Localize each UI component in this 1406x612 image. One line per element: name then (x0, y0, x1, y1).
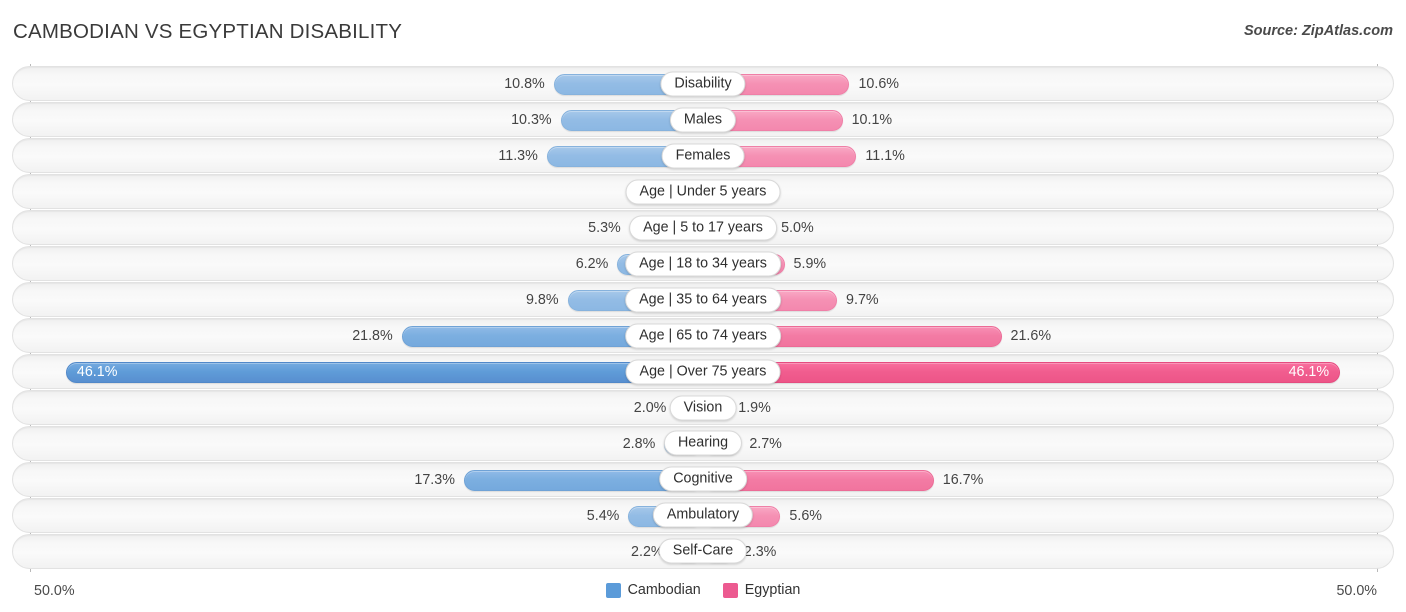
chart-row: 5.3% 5.0% Age | 5 to 17 years (12, 209, 1394, 246)
diverging-bar-chart: 10.8% 10.6% Disability 10.3% 10.1% Males 11.3%… (0, 62, 1406, 574)
row-category-label: Age | 65 to 74 years (625, 323, 781, 349)
chart-row: 6.2% 5.9% Age | 18 to 34 years (12, 245, 1394, 282)
chart-rows: 10.8% 10.6% Disability 10.3% 10.1% Males 11.3%… (12, 66, 1394, 570)
chart-row: 9.8% 9.7% Age | 35 to 64 years (12, 281, 1394, 318)
value-label-cambodian: 10.3% (511, 111, 552, 128)
row-category-label: Males (669, 107, 737, 133)
value-label-egyptian: 5.9% (793, 255, 827, 272)
legend-item[interactable]: Cambodian (605, 582, 701, 598)
value-label-egyptian: 46.1% (1288, 363, 1330, 380)
row-category-label: Age | Under 5 years (625, 179, 781, 205)
value-label-cambodian: 46.1% (76, 363, 118, 380)
value-label-egyptian: 5.0% (781, 219, 814, 236)
row-category-label: Age | 35 to 64 years (625, 287, 781, 313)
chart-row: 21.8% 21.6% Age | 65 to 74 years (12, 317, 1394, 354)
value-label-cambodian: 5.4% (586, 507, 620, 524)
chart-row: 17.3% 16.7% Cognitive (12, 461, 1394, 498)
page-title: CAMBODIAN VS EGYPTIAN DISABILITY (13, 20, 403, 43)
legend-swatch-icon (605, 582, 621, 598)
row-category-label: Age | Over 75 years (625, 359, 781, 385)
value-label-egyptian: 2.7% (749, 435, 782, 452)
chart-row: 11.3% 11.1% Females (12, 137, 1394, 174)
value-label-egyptian: 21.6% (1010, 327, 1052, 344)
value-label-egyptian: 10.1% (851, 111, 893, 128)
chart-row: 10.8% 10.6% Disability (12, 66, 1394, 102)
row-category-label: Disability (660, 71, 746, 97)
row-category-label: Age | 18 to 34 years (625, 251, 781, 277)
legend-label: Egyptian (744, 582, 801, 598)
chart-row: 1.2%1.1%Age | Under 5 years (12, 173, 1394, 210)
value-label-cambodian: 6.2% (575, 255, 609, 272)
value-label-egyptian: 10.6% (858, 76, 900, 92)
legend-item[interactable]: Egyptian (722, 582, 801, 598)
value-label-cambodian: 17.3% (414, 471, 455, 488)
value-label-egyptian: 5.6% (789, 507, 822, 524)
chart-row: 2.8% 2.7% Hearing (12, 425, 1394, 462)
value-label-egyptian: 16.7% (942, 471, 984, 488)
legend-label: Cambodian (627, 582, 701, 598)
row-category-label: Females (661, 143, 745, 169)
value-label-egyptian: 11.1% (865, 147, 905, 164)
value-label-cambodian: 2.8% (622, 435, 656, 452)
value-label-cambodian: 2.0% (633, 399, 667, 416)
value-label-cambodian: 10.8% (504, 76, 545, 92)
value-label-cambodian: 5.3% (588, 219, 621, 236)
row-category-label: Age | 5 to 17 years (629, 215, 777, 241)
chart-row: 5.4% 5.6% Ambulatory (12, 497, 1394, 534)
row-category-label: Vision (669, 395, 737, 420)
value-label-egyptian: 2.3% (743, 543, 777, 560)
source-attribution: Source: ZipAtlas.com (1243, 23, 1393, 39)
chart-row: 2.0% 1.9% Vision (12, 389, 1394, 426)
chart-row: 2.2% 2.3% Self-Care (12, 533, 1394, 570)
row-category-label: Ambulatory (652, 502, 754, 528)
value-label-egyptian: 9.7% (846, 291, 879, 308)
bar-egyptian (703, 361, 1341, 383)
chart-legend: Cambodian Egyptian (0, 582, 1406, 598)
chart-row: 10.3% 10.1% Males (12, 101, 1394, 138)
row-category-label: Cognitive (659, 466, 747, 492)
row-category-label: Hearing (663, 430, 743, 456)
value-label-cambodian: 21.8% (352, 327, 393, 344)
value-label-cambodian: 11.3% (498, 147, 538, 164)
value-label-egyptian: 1.9% (738, 399, 771, 416)
value-label-cambodian: 9.8% (525, 291, 559, 308)
chart-header: CAMBODIAN VS EGYPTIAN DISABILITY Source:… (0, 0, 1406, 62)
bar-cambodian (65, 361, 703, 383)
chart-footer: 50.0% 50.0% Cambodian Egyptian (0, 574, 1406, 612)
row-category-label: Self-Care (658, 538, 748, 564)
legend-swatch-icon (722, 582, 738, 598)
chart-row: 46.1% 46.1% Age | Over 75 years (12, 353, 1394, 390)
